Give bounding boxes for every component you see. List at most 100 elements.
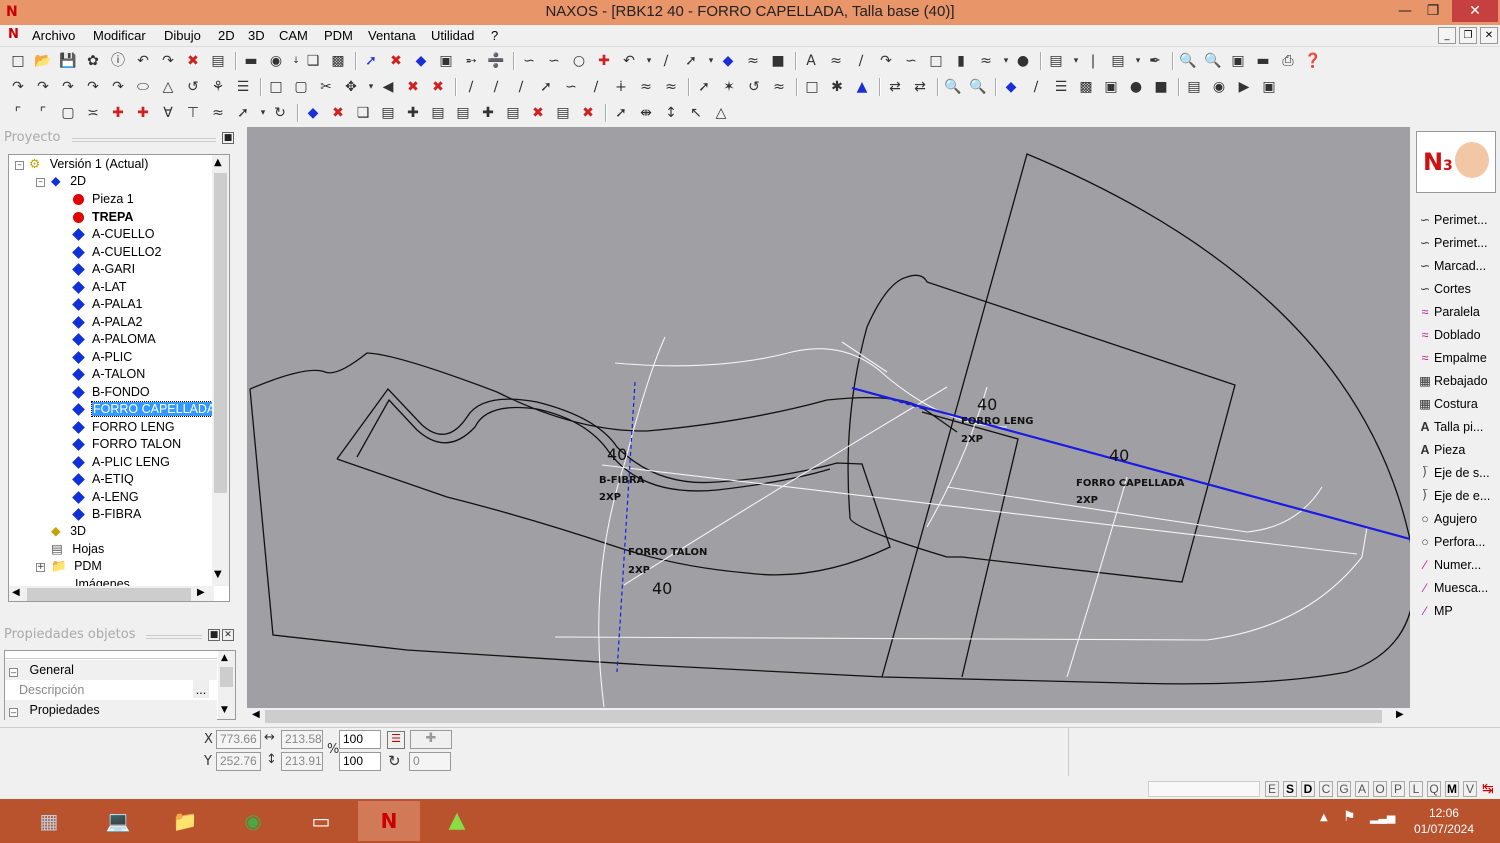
open-file-icon[interactable]: 📂: [33, 51, 53, 71]
diamond-icon[interactable]: ◆: [1001, 77, 1021, 97]
measure-icon[interactable]: ➚: [681, 51, 701, 71]
prop-descripcion[interactable]: Descripción ...: [5, 680, 217, 700]
tree-piece-item[interactable]: A-TALON: [72, 366, 145, 383]
calculator-icon[interactable]: ▦: [18, 801, 80, 841]
window-icon[interactable]: ▣: [1101, 77, 1121, 97]
close-icon[interactable]: ✕: [1452, 0, 1498, 22]
line-icon[interactable]: ∕: [486, 77, 506, 97]
triangle-icon[interactable]: △: [158, 77, 178, 97]
printer-icon[interactable]: ⎙: [1278, 51, 1298, 71]
swap-icon[interactable]: ⇄: [885, 77, 905, 97]
mode-toggle[interactable]: C: [1319, 781, 1333, 797]
exit-icon[interactable]: ↹: [1482, 781, 1494, 797]
cut-icon[interactable]: ✂: [316, 77, 336, 97]
select-icon[interactable]: ❑: [303, 51, 323, 71]
menu-cam[interactable]: CAM: [279, 28, 308, 43]
tool-button[interactable]: ∕ Muesca...: [1416, 577, 1498, 599]
frame-icon[interactable]: ▣: [1259, 77, 1279, 97]
cross-icon[interactable]: ✖: [403, 77, 423, 97]
swap-icon[interactable]: ⇄: [910, 77, 930, 97]
rotate-icon[interactable]: ↻: [388, 752, 401, 770]
tree-piece-item[interactable]: A-CUELLO: [72, 226, 155, 243]
hand-icon[interactable]: ➗: [486, 51, 506, 71]
tool-button[interactable]: ⟌ Eje de s...: [1416, 462, 1498, 484]
width-field[interactable]: 213.58: [281, 730, 323, 749]
cross-icon[interactable]: ✚: [133, 103, 153, 123]
tool-button[interactable]: ≈ Doblado: [1416, 324, 1498, 346]
text-icon[interactable]: A: [801, 51, 821, 71]
save-icon[interactable]: 💾: [58, 51, 78, 71]
image-icon[interactable]: ▤: [1184, 77, 1204, 97]
diamond-icon[interactable]: ◆: [303, 103, 323, 123]
close-icon[interactable]: ✕: [222, 629, 234, 641]
curve-icon[interactable]: ∽: [519, 51, 539, 71]
mode-toggle[interactable]: L: [1409, 781, 1423, 797]
selection-axis-line[interactable]: [851, 386, 1411, 541]
arrow-icon[interactable]: ➵: [461, 51, 481, 71]
tree-piece-item[interactable]: A-LAT: [72, 279, 127, 296]
hash-icon[interactable]: ∀: [158, 103, 178, 123]
tree-pdm[interactable]: 📁 PDM: [51, 558, 102, 575]
naxos-taskbar-icon[interactable]: N: [358, 801, 420, 841]
app-icon[interactable]: ▭: [290, 801, 352, 841]
tool-button[interactable]: ∽ Cortes: [1416, 278, 1498, 300]
layers-icon[interactable]: ▬: [241, 51, 261, 71]
menu-2d[interactable]: 2D: [218, 28, 235, 43]
move-icon[interactable]: ➚: [361, 51, 381, 71]
help-icon[interactable]: ❓: [1303, 51, 1323, 71]
restore-icon[interactable]: ❐: [1416, 0, 1450, 22]
menu-dibujo[interactable]: Dibujo: [164, 28, 201, 43]
line-icon[interactable]: ∕: [461, 77, 481, 97]
zoom-icon[interactable]: 🔍: [943, 77, 963, 97]
angle-icon[interactable]: △: [711, 103, 731, 123]
paste-icon[interactable]: ▢: [291, 77, 311, 97]
redo-icon[interactable]: ↷: [158, 51, 178, 71]
rect-icon[interactable]: □: [926, 51, 946, 71]
clear-icon[interactable]: ▩: [328, 51, 348, 71]
wave-icon[interactable]: ≈: [661, 77, 681, 97]
new-file-icon[interactable]: □: [8, 51, 28, 71]
undo-icon[interactable]: ↶: [133, 51, 153, 71]
cross-icon[interactable]: ✖: [578, 103, 598, 123]
line-icon[interactable]: ∕: [656, 51, 676, 71]
arrow-icon[interactable]: ➚: [611, 103, 631, 123]
mode-toggle[interactable]: D: [1301, 781, 1315, 797]
collapse-icon[interactable]: –: [9, 668, 18, 677]
axis-icon[interactable]: ⊤: [183, 103, 203, 123]
y-coordinate-field[interactable]: 252.76: [216, 752, 261, 771]
tree-imagenes[interactable]: Imágenes: [51, 576, 130, 586]
align-icon[interactable]: ☰: [387, 731, 405, 749]
mode-toggle[interactable]: P: [1391, 781, 1405, 797]
tool-button[interactable]: ∽ Perimet...: [1416, 232, 1498, 254]
tool-button[interactable]: ⟌ Eje de e...: [1416, 485, 1498, 507]
tree-piece-item[interactable]: A-PALA2: [72, 314, 143, 331]
tree-piece-item[interactable]: A-ETIQ: [72, 471, 134, 488]
zigzag-icon[interactable]: ≈: [826, 51, 846, 71]
arrows-icon[interactable]: ▲: [852, 77, 872, 97]
scroll-down-icon[interactable]: ▼: [214, 569, 222, 580]
tree-piece-item[interactable]: Pieza 1: [73, 191, 134, 208]
pen-icon[interactable]: ✒: [1145, 51, 1165, 71]
tree-piece-item[interactable]: B-FONDO: [72, 384, 150, 401]
scale-y-field[interactable]: 100: [339, 752, 381, 771]
point-icon[interactable]: ◆: [411, 51, 431, 71]
globe-icon[interactable]: ◉: [1209, 77, 1229, 97]
scatter-icon[interactable]: ✥: [341, 77, 361, 97]
tree-piece-item[interactable]: A-GARI: [72, 261, 135, 278]
arrow-up-left-icon[interactable]: ↖: [686, 103, 706, 123]
arc-icon[interactable]: ↷: [108, 77, 128, 97]
shelf-icon[interactable]: ▤: [1108, 51, 1128, 71]
corner-icon[interactable]: ∔: [611, 77, 631, 97]
tree-piece-item[interactable]: A-PLIC LENG: [72, 454, 170, 471]
line-icon[interactable]: ∕: [851, 51, 871, 71]
target-icon[interactable]: ●: [1013, 51, 1033, 71]
tool-button[interactable]: ▦ Costura: [1416, 393, 1498, 415]
spark-icon[interactable]: ✱: [827, 77, 847, 97]
tree-piece-item[interactable]: B-FIBRA: [72, 506, 141, 523]
height-icon[interactable]: ↕: [661, 103, 681, 123]
arc-icon[interactable]: ↷: [33, 77, 53, 97]
tool-button[interactable]: ∕ Numer...: [1416, 554, 1498, 576]
tree-piece-item[interactable]: A-PALA1: [72, 296, 143, 313]
grid-icon[interactable]: ▤: [1046, 51, 1066, 71]
copy-icon[interactable]: ▤: [208, 51, 228, 71]
